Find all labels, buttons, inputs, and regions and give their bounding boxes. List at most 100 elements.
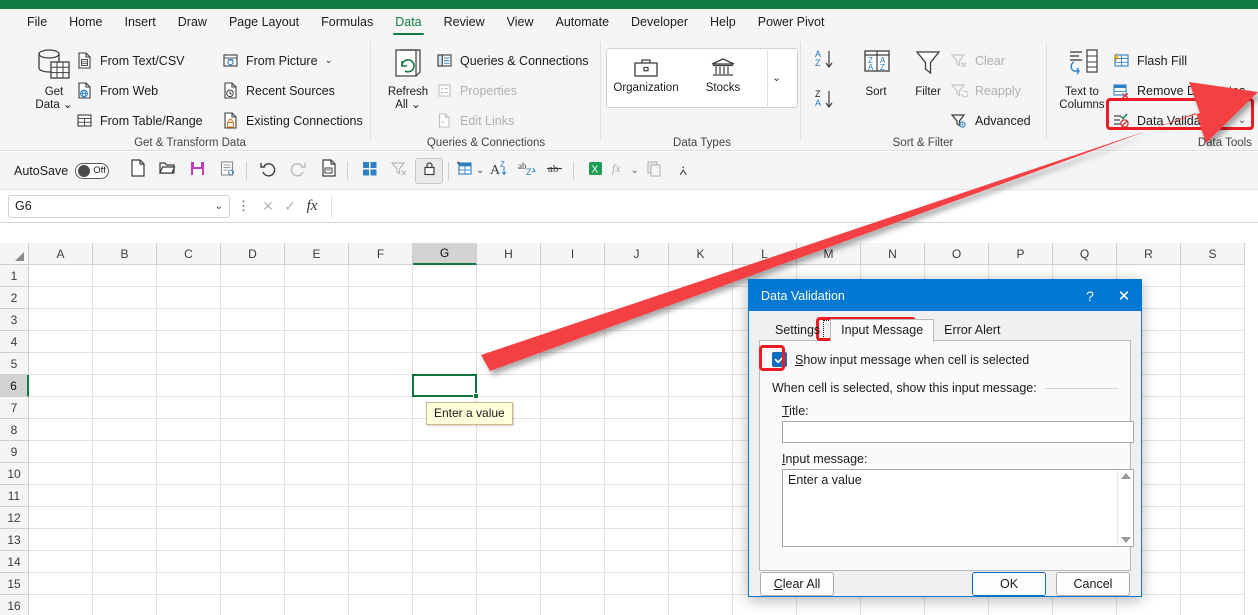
row-header-6[interactable]: 6: [0, 375, 29, 397]
ribbon-tab-page-layout[interactable]: Page Layout: [218, 12, 310, 33]
row-header-16[interactable]: 16: [0, 595, 29, 615]
cell-D4[interactable]: [221, 331, 285, 353]
cell-A10[interactable]: [29, 463, 93, 485]
select-all-corner[interactable]: [0, 243, 29, 265]
show-input-message-checkbox[interactable]: [772, 352, 787, 367]
column-header-F[interactable]: F: [349, 243, 413, 265]
row-header-12[interactable]: 12: [0, 507, 29, 529]
cell-G16[interactable]: [413, 595, 477, 615]
cell-E12[interactable]: [285, 507, 349, 529]
ribbon-tab-power-pivot[interactable]: Power Pivot: [747, 12, 836, 33]
cell-A1[interactable]: [29, 265, 93, 287]
cell-J9[interactable]: [605, 441, 669, 463]
row-header-2[interactable]: 2: [0, 287, 29, 309]
cell-B1[interactable]: [93, 265, 157, 287]
cell-B15[interactable]: [93, 573, 157, 595]
column-header-E[interactable]: E: [285, 243, 349, 265]
cell-F13[interactable]: [349, 529, 413, 551]
cell-F15[interactable]: [349, 573, 413, 595]
cell-B3[interactable]: [93, 309, 157, 331]
cell-C4[interactable]: [157, 331, 221, 353]
cell-R16[interactable]: [1117, 595, 1181, 615]
cell-P16[interactable]: [989, 595, 1053, 615]
column-header-C[interactable]: C: [157, 243, 221, 265]
cell-H10[interactable]: [477, 463, 541, 485]
cell-D5[interactable]: [221, 353, 285, 375]
input-message-textarea[interactable]: Enter a value: [783, 470, 1117, 546]
cell-I12[interactable]: [541, 507, 605, 529]
open-file-button[interactable]: [153, 158, 181, 184]
cell-K10[interactable]: [669, 463, 733, 485]
cell-E8[interactable]: [285, 419, 349, 441]
cell-E13[interactable]: [285, 529, 349, 551]
cell-D16[interactable]: [221, 595, 285, 615]
cell-L16[interactable]: [733, 595, 797, 615]
cell-H15[interactable]: [477, 573, 541, 595]
cell-E14[interactable]: [285, 551, 349, 573]
cell-O16[interactable]: [925, 595, 989, 615]
cell-S8[interactable]: [1181, 419, 1245, 441]
cell-G9[interactable]: [413, 441, 477, 463]
cell-D2[interactable]: [221, 287, 285, 309]
cell-F12[interactable]: [349, 507, 413, 529]
insert-function-button[interactable]: fx ⌄: [611, 158, 639, 184]
row-header-13[interactable]: 13: [0, 529, 29, 551]
cell-D14[interactable]: [221, 551, 285, 573]
row-header-4[interactable]: 4: [0, 331, 29, 353]
cell-M16[interactable]: [797, 595, 861, 615]
cell-G15[interactable]: [413, 573, 477, 595]
chevron-down-icon[interactable]: ⌄: [215, 201, 223, 212]
name-box[interactable]: G6 ⌄: [8, 194, 230, 218]
ribbon-tab-view[interactable]: View: [496, 12, 545, 33]
cell-I16[interactable]: [541, 595, 605, 615]
cell-H1[interactable]: [477, 265, 541, 287]
cell-F4[interactable]: [349, 331, 413, 353]
cell-J5[interactable]: [605, 353, 669, 375]
cell-C8[interactable]: [157, 419, 221, 441]
cell-G14[interactable]: [413, 551, 477, 573]
column-header-P[interactable]: P: [989, 243, 1053, 265]
cell-J4[interactable]: [605, 331, 669, 353]
column-header-M[interactable]: M: [797, 243, 861, 265]
cell-C13[interactable]: [157, 529, 221, 551]
column-header-H[interactable]: H: [477, 243, 541, 265]
cell-I1[interactable]: [541, 265, 605, 287]
column-header-B[interactable]: B: [93, 243, 157, 265]
cell-S12[interactable]: [1181, 507, 1245, 529]
cell-G11[interactable]: [413, 485, 477, 507]
cell-A3[interactable]: [29, 309, 93, 331]
copy-button[interactable]: [639, 158, 667, 184]
cell-C11[interactable]: [157, 485, 221, 507]
row-header-8[interactable]: 8: [0, 419, 29, 441]
sort-az-qat-button[interactable]: AZ: [486, 158, 512, 184]
cell-E15[interactable]: [285, 573, 349, 595]
cell-D15[interactable]: [221, 573, 285, 595]
chevron-down-icon[interactable]: ⌄: [772, 71, 781, 84]
cell-F5[interactable]: [349, 353, 413, 375]
chevron-down-icon[interactable]: ⌄: [631, 165, 639, 176]
cell-C16[interactable]: [157, 595, 221, 615]
row-header-10[interactable]: 10: [0, 463, 29, 485]
cell-B12[interactable]: [93, 507, 157, 529]
data-type-stocks[interactable]: Stocks: [688, 56, 758, 94]
column-header-J[interactable]: J: [605, 243, 669, 265]
cell-D6[interactable]: [221, 375, 285, 397]
clear-filter-qat-button[interactable]: [385, 158, 413, 184]
cell-K1[interactable]: [669, 265, 733, 287]
cell-A2[interactable]: [29, 287, 93, 309]
ok-button[interactable]: OK: [972, 571, 1046, 596]
column-header-N[interactable]: N: [861, 243, 925, 265]
close-icon[interactable]: ✕: [1107, 280, 1141, 311]
column-header-D[interactable]: D: [221, 243, 285, 265]
cell-H14[interactable]: [477, 551, 541, 573]
cell-J13[interactable]: [605, 529, 669, 551]
formula-input[interactable]: [331, 194, 1250, 218]
cell-G6[interactable]: [413, 375, 477, 397]
ribbon-tab-automate[interactable]: Automate: [545, 12, 621, 33]
cell-S13[interactable]: [1181, 529, 1245, 551]
cell-H2[interactable]: [477, 287, 541, 309]
cell-G12[interactable]: [413, 507, 477, 529]
cell-D1[interactable]: [221, 265, 285, 287]
row-header-7[interactable]: 7: [0, 397, 29, 419]
queries-connections-button[interactable]: Queries & Connections: [436, 52, 589, 69]
